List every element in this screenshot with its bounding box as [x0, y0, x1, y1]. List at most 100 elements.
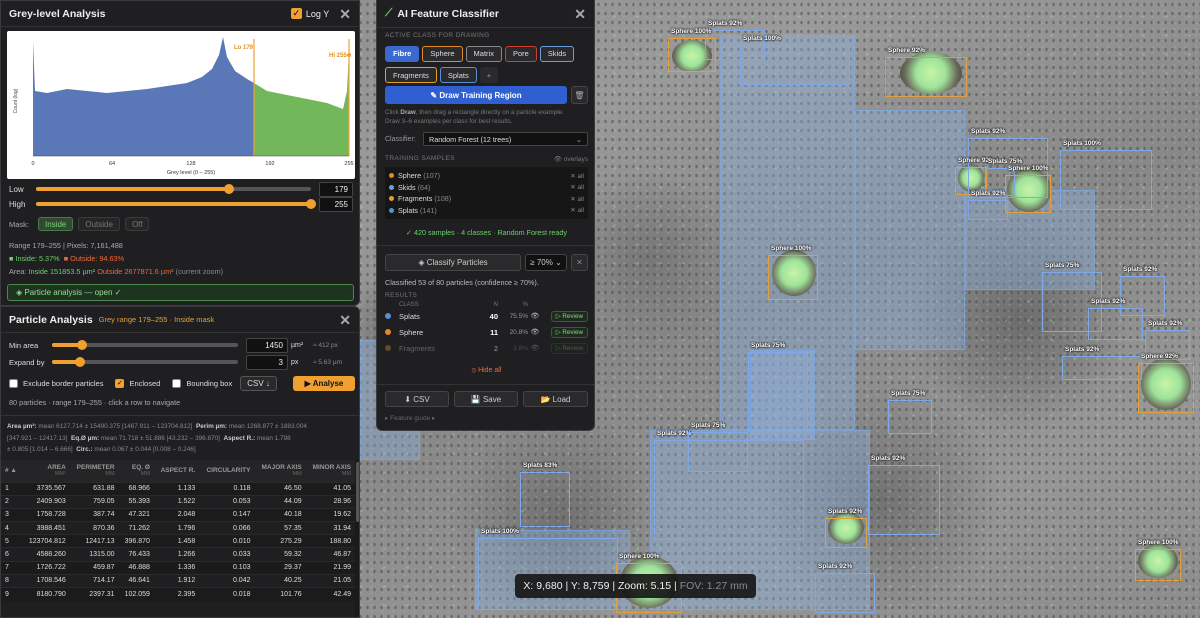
clear-samples-button[interactable]: ✕ all — [570, 183, 584, 191]
feature-guide-link[interactable]: ▸ Feature guide ▸ — [385, 414, 435, 422]
close-icon[interactable]: ✕ — [574, 7, 586, 21]
min-area-input[interactable]: 1450 — [246, 337, 288, 353]
table-scrollbar-thumb[interactable] — [356, 462, 359, 522]
detection-box[interactable]: Sphere 92% — [885, 47, 967, 97]
table-row[interactable]: 7 1726.722 459.87 46.888 1.336 0.103 29.37 21.9… — [1, 560, 355, 575]
low-slider[interactable] — [36, 184, 311, 194]
detection-box[interactable]: Sphere 92% — [1138, 353, 1194, 413]
table-row[interactable]: 3 1758.728 387.74 47.321 2.048 0.147 40.18 19.6… — [1, 507, 355, 522]
review-button[interactable]: ▷ Review — [550, 342, 588, 354]
low-slider-knob[interactable] — [223, 184, 234, 194]
detection-box[interactable]: Splats 92% — [815, 563, 875, 613]
table-row[interactable]: 8 1708.546 714.17 46.641 1.912 0.042 40.25 21.0… — [1, 573, 355, 588]
col-header[interactable]: EQ. Ø MM — [119, 460, 154, 482]
trash-icon[interactable]: 🗑 — [571, 86, 588, 104]
detection-box[interactable]: Sphere 100% — [1005, 165, 1051, 213]
high-slider[interactable] — [36, 199, 316, 209]
table-row[interactable]: 4 3988.451 870.36 71.262 1.796 0.066 57.35 31.9… — [1, 521, 355, 535]
table-row[interactable]: 1 3735.567 631.88 68.966 1.133 0.118 46.50 41.0… — [1, 481, 355, 496]
draw-training-region-button[interactable]: ✎ Draw Training Region — [385, 86, 567, 104]
detection-box[interactable]: Sphere 100% — [668, 28, 716, 72]
class-chip-skids[interactable]: Skids — [539, 45, 575, 62]
bounding-box-checkbox[interactable] — [172, 378, 182, 388]
logy-checkbox[interactable]: ✓ — [290, 8, 302, 19]
min-area-slider[interactable] — [52, 340, 238, 350]
table-scrollbar[interactable] — [355, 460, 359, 617]
table-row[interactable]: 2 2409.903 759.05 55.393 1.522 0.053 44.09 28.9… — [1, 494, 355, 509]
eye-icon[interactable]: 👁 — [528, 340, 542, 356]
expand-slider[interactable] — [52, 357, 238, 367]
col-header[interactable]: MAJOR AXIS MM — [255, 460, 306, 482]
clear-samples-button[interactable]: ✕ all — [570, 206, 584, 214]
csv-download-button[interactable]: CSV ↓ — [240, 375, 277, 391]
class-chip-sphere[interactable]: Sphere — [422, 45, 463, 62]
col-header[interactable]: MINOR AXIS MM — [306, 460, 355, 482]
expand-knob[interactable] — [74, 357, 85, 367]
eye-icon[interactable]: 👁 — [528, 324, 542, 340]
expand-input[interactable]: 3 — [246, 354, 288, 370]
detection-box[interactable]: Splats 92% — [825, 508, 867, 548]
result-pct: 75.5% — [509, 312, 528, 320]
table-row[interactable]: 6 4588.260 1315.00 76.433 1.266 0.033 59.32 46.… — [1, 547, 355, 562]
detection-box[interactable]: Splats 92% — [1088, 298, 1143, 340]
class-chip-matrix[interactable]: Matrix — [465, 45, 502, 62]
result-row[interactable]: Splats 40 75.5% 👁 ▷ Review — [385, 308, 588, 324]
detection-box[interactable]: Sphere 100% — [1135, 539, 1181, 581]
detection-box[interactable]: Splats 92% — [1062, 346, 1142, 380]
class-chip-fibre[interactable]: Fibre — [385, 45, 420, 62]
result-row[interactable]: Sphere 11 20.8% 👁 ▷ Review — [385, 324, 588, 340]
mask-inside-button[interactable]: Inside — [38, 217, 74, 231]
analyse-button[interactable]: ▶ Analyse — [293, 375, 355, 391]
ai-load-button[interactable]: 📂 Load — [523, 391, 588, 407]
result-row[interactable]: Fragments 2 3.8% 👁 ▷ Review — [385, 340, 588, 356]
review-button[interactable]: ▷ Review — [550, 310, 588, 322]
detection-box[interactable]: Splats 83% — [520, 462, 570, 527]
histogram-chart[interactable]: Count (log) Lo 179 Hi 255 0 64 128 192 2… — [7, 31, 355, 179]
col-header[interactable]: PERIMETER MM — [70, 460, 119, 482]
particle-analysis-button[interactable]: ◈ Particle analysis — open ✓ — [7, 284, 354, 301]
detection-box[interactable]: Splats 75% — [888, 390, 932, 434]
classify-particles-button[interactable]: ◈ Classify Particles — [385, 254, 521, 271]
detection-box[interactable]: Splats 92% — [868, 455, 940, 535]
detection-box[interactable]: Splats 92% — [968, 190, 1008, 220]
enclosed-checkbox[interactable]: ✓ — [115, 378, 125, 388]
detection-box[interactable]: Splats 75% — [688, 422, 748, 472]
col-header[interactable]: ASPECT R. — [154, 460, 199, 482]
confidence-select[interactable]: ≥ 70% ⌄ — [525, 254, 567, 271]
high-input[interactable]: 255 — [319, 196, 353, 212]
detection-box[interactable]: Sphere 100% — [768, 245, 818, 300]
class-chip-fragments[interactable]: Fragments — [385, 67, 437, 83]
detection-box[interactable]: Splats 100% — [740, 35, 850, 85]
hide-all-button[interactable]: ⦸ Hide all — [377, 367, 594, 375]
clear-samples-button[interactable]: ✕ all — [570, 172, 584, 180]
detection-box[interactable]: Splats 75% — [748, 342, 808, 432]
close-icon[interactable]: ✕ — [339, 7, 351, 21]
table-row[interactable]: 9 8180.790 2397.31 102.059 2.395 0.018 101.76 4… — [1, 586, 355, 601]
eye-icon[interactable]: 👁 — [528, 308, 542, 324]
exclude-border-checkbox[interactable] — [9, 378, 18, 388]
high-slider-knob[interactable] — [306, 199, 316, 209]
class-chip-splats[interactable]: Splats — [439, 67, 477, 83]
close-icon[interactable]: ✕ — [339, 313, 351, 327]
mask-off-button[interactable]: Off — [124, 217, 150, 231]
min-area-knob[interactable] — [76, 340, 87, 350]
detection-box[interactable]: Splats 100% — [1060, 140, 1152, 210]
add-class-button[interactable]: + — [479, 67, 499, 83]
ai-save-button[interactable]: 💾 Save — [454, 391, 518, 407]
particle-table-wrap[interactable]: # ▲ AREA MM² PERIMETER MM EQ. Ø MM ASPECT R. CIR… — [1, 460, 355, 617]
table-cell: 0.033 — [199, 547, 255, 562]
clear-results-icon[interactable]: ✕ — [571, 254, 588, 271]
ai-csv-button[interactable]: ⬇ CSV — [385, 391, 449, 407]
mask-outside-button[interactable]: Outside — [78, 217, 120, 231]
logy-toggle[interactable]: ✓ Log Y — [290, 8, 329, 19]
col-header[interactable]: CIRCULARITY — [199, 460, 254, 482]
clear-samples-button[interactable]: ✕ all — [570, 195, 584, 203]
classifier-select[interactable]: Random Forest (12 trees) ⌄ — [423, 132, 588, 146]
class-chip-pore[interactable]: Pore — [504, 45, 537, 62]
col-header[interactable]: # ▲ — [1, 460, 22, 482]
review-button[interactable]: ▷ Review — [550, 326, 588, 338]
low-input[interactable]: 179 — [319, 181, 353, 197]
table-row[interactable]: 5 123704.812 12417.13 396.870 1.458 0.010 275.… — [1, 534, 355, 548]
overlays-toggle[interactable]: 👁 overlays — [554, 155, 588, 163]
col-header[interactable]: AREA MM² — [22, 460, 70, 482]
